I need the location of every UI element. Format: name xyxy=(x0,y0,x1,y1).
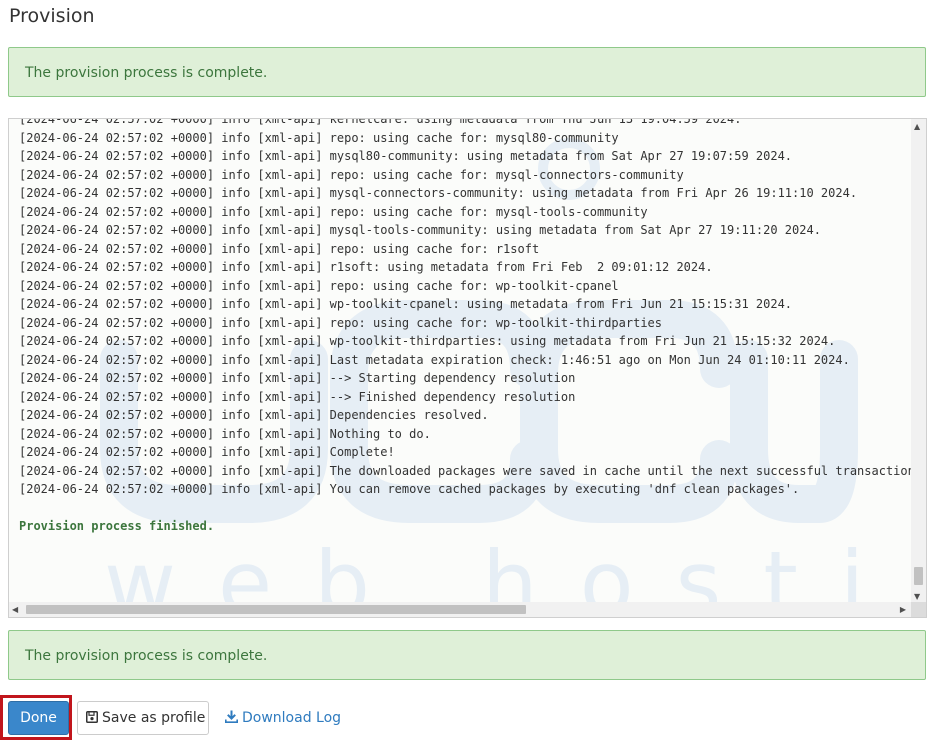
log-line: [2024-06-24 02:57:02 +0000] info [xml-ap… xyxy=(19,371,576,385)
horizontal-scroll-thumb[interactable] xyxy=(26,605,526,614)
log-line: [2024-06-24 02:57:02 +0000] info [xml-ap… xyxy=(19,315,662,330)
vertical-scroll-thumb[interactable] xyxy=(914,567,923,585)
done-button[interactable]: Done xyxy=(8,701,69,735)
success-alert-top: The provision process is complete. xyxy=(8,47,926,97)
success-alert-bottom: The provision process is complete. xyxy=(8,630,926,680)
provision-log-panel[interactable]: web hosting [2024-06-24 02:57:02 +0000] … xyxy=(8,118,927,618)
log-line: [2024-06-24 02:57:02 +0000] info [xml-ap… xyxy=(19,223,821,237)
page-title: Provision xyxy=(9,5,95,27)
log-line: [2024-06-24 02:57:02 +0000] info [xml-ap… xyxy=(19,149,793,163)
log-vertical-scrollbar[interactable]: ▲ ▼ xyxy=(911,119,926,603)
log-content: [2024-06-24 02:57:02 +0000] info [xml-ap… xyxy=(19,118,923,535)
save-as-profile-button[interactable]: Save as profile xyxy=(77,701,209,735)
log-line: [2024-06-24 02:57:02 +0000] info [xml-ap… xyxy=(19,278,619,293)
log-line: [2024-06-24 02:57:02 +0000] info [xml-ap… xyxy=(19,204,648,219)
floppy-disk-icon xyxy=(86,711,98,723)
log-line: [2024-06-24 02:57:02 +0000] info [xml-ap… xyxy=(19,167,684,182)
log-line: [2024-06-24 02:57:02 +0000] info [xml-ap… xyxy=(19,482,800,496)
log-line: [2024-06-24 02:57:02 +0000] info [xml-ap… xyxy=(19,186,858,200)
save-as-profile-label: Save as profile xyxy=(102,710,206,726)
scroll-down-arrow-icon[interactable]: ▼ xyxy=(914,593,920,601)
log-horizontal-scrollbar[interactable]: ◀ ▶ xyxy=(9,602,926,617)
download-log-link[interactable]: Download Log xyxy=(225,701,341,735)
scroll-left-arrow-icon[interactable]: ◀ xyxy=(12,605,18,614)
log-line: [2024-06-24 02:57:02 +0000] info [xml-ap… xyxy=(19,352,850,367)
scroll-right-arrow-icon[interactable]: ▶ xyxy=(900,605,906,614)
log-line: [2024-06-24 02:57:02 +0000] info [xml-ap… xyxy=(19,445,395,459)
provision-page: Provision The provision process is compl… xyxy=(0,0,952,750)
download-log-label: Download Log xyxy=(242,710,342,726)
log-line: [2024-06-24 02:57:02 +0000] info [xml-ap… xyxy=(19,334,836,348)
log-line: [2024-06-24 02:57:02 +0000] info [xml-ap… xyxy=(19,408,489,422)
log-finished-message: Provision process finished. xyxy=(19,518,215,533)
log-line: [2024-06-24 02:57:02 +0000] info [xml-ap… xyxy=(19,118,742,126)
log-line: [2024-06-24 02:57:02 +0000] info [xml-ap… xyxy=(19,260,713,274)
log-line: [2024-06-24 02:57:02 +0000] info [xml-ap… xyxy=(19,130,619,145)
log-line: [2024-06-24 02:57:02 +0000] info [xml-ap… xyxy=(19,426,431,441)
scroll-up-arrow-icon[interactable]: ▲ xyxy=(914,123,920,131)
log-line: [2024-06-24 02:57:02 +0000] info [xml-ap… xyxy=(19,241,540,256)
download-icon xyxy=(225,710,238,723)
log-line: [2024-06-24 02:57:02 +0000] info [xml-ap… xyxy=(19,463,923,478)
scrollbar-corner xyxy=(911,602,926,617)
log-line: [2024-06-24 02:57:02 +0000] info [xml-ap… xyxy=(19,389,576,404)
log-line: [2024-06-24 02:57:02 +0000] info [xml-ap… xyxy=(19,297,793,311)
